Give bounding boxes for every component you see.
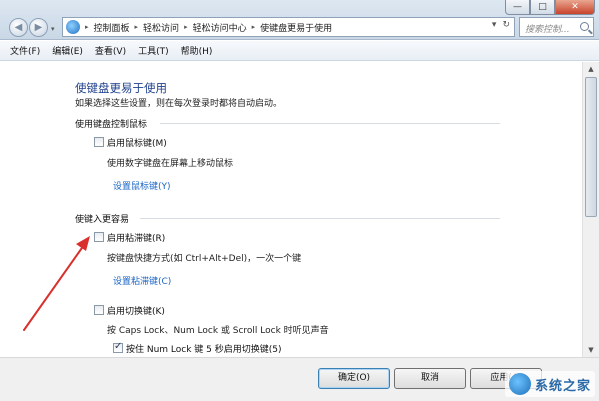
sticky-keys-checkbox[interactable] <box>94 232 104 242</box>
ok-button[interactable]: 确定(O) <box>318 368 390 389</box>
breadcrumb-separator[interactable]: ▸ <box>252 23 256 31</box>
minimize-button[interactable]: — <box>505 0 530 15</box>
window-controls: — □ ✕ <box>505 0 595 16</box>
section-title-mouse: 使用键盘控制鼠标 <box>75 120 148 130</box>
breadcrumb-separator[interactable]: ▸ <box>135 23 139 31</box>
breadcrumb: ▸ 控制面板 ▸ 轻松访问 ▸ 轻松访问中心 ▸ 使键盘更易于使用 <box>80 21 332 34</box>
recent-pages-dropdown-icon[interactable]: ▾ <box>51 25 55 33</box>
close-button[interactable]: ✕ <box>555 0 595 15</box>
watermark-logo-icon <box>508 373 531 395</box>
maximize-button[interactable]: □ <box>530 0 555 15</box>
breadcrumb-ease-of-access[interactable]: 轻松访问 <box>143 21 179 34</box>
page-title: 使键盘更易于使用 <box>75 81 167 95</box>
title-bar: — □ ✕ ◀ ▶ ▾ ▸ 控制面板 ▸ 轻松访问 ▸ 轻松访问中心 ▸ 使键盘… <box>0 0 599 40</box>
menu-edit[interactable]: 编辑(E) <box>52 44 83 57</box>
numlock-hold-checkbox[interactable] <box>113 341 123 353</box>
section-divider <box>160 123 500 124</box>
setup-sticky-keys-link[interactable]: 设置粘滞键(C) <box>113 274 171 287</box>
address-tools: ▾ ↻ <box>492 20 510 30</box>
breadcrumb-separator[interactable]: ▸ <box>85 23 89 31</box>
section-title-typing: 使键入更容易 <box>75 215 130 225</box>
breadcrumb-separator[interactable]: ▸ <box>184 23 188 31</box>
cancel-button[interactable]: 取消 <box>394 368 466 389</box>
mouse-keys-label[interactable]: 启用鼠标键(M) <box>107 136 167 149</box>
scroll-thumb[interactable] <box>585 77 597 217</box>
mouse-keys-description: 使用数字键盘在屏幕上移动鼠标 <box>107 159 234 169</box>
toggle-keys-label[interactable]: 启用切换键(K) <box>107 304 165 317</box>
breadcrumb-control-panel[interactable]: 控制面板 <box>94 21 130 34</box>
page-description: 如果选择这些设置，则在每次登录时都将自动启动。 <box>75 99 283 109</box>
breadcrumb-ease-of-access-center[interactable]: 轻松访问中心 <box>193 21 247 34</box>
content-pane: 使键盘更易于使用 如果选择这些设置，则在每次登录时都将自动启动。 使用键盘控制鼠… <box>0 62 582 357</box>
menu-help[interactable]: 帮助(H) <box>181 44 213 57</box>
search-placeholder: 搜索控制... <box>525 25 570 35</box>
setup-mouse-keys-link[interactable]: 设置鼠标键(Y) <box>113 179 171 192</box>
toggle-keys-description: 按 Caps Lock、Num Lock 或 Scroll Lock 时听见声音 <box>107 326 329 336</box>
breadcrumb-keyboard[interactable]: 使键盘更易于使用 <box>260 21 332 34</box>
address-dropdown-icon[interactable]: ▾ <box>492 20 497 30</box>
back-button[interactable]: ◀ <box>9 18 28 37</box>
menu-tools[interactable]: 工具(T) <box>138 44 169 57</box>
search-input[interactable]: 搜索控制... <box>519 17 594 37</box>
toggle-keys-checkbox[interactable] <box>94 305 104 315</box>
refresh-icon[interactable]: ↻ <box>502 20 510 30</box>
search-icon[interactable] <box>580 22 589 31</box>
address-bar[interactable]: ▸ 控制面板 ▸ 轻松访问 ▸ 轻松访问中心 ▸ 使键盘更易于使用 ▾ ↻ <box>62 17 515 37</box>
sticky-keys-label[interactable]: 启用粘滞键(R) <box>107 231 165 244</box>
scroll-down-icon[interactable]: ▼ <box>583 343 599 357</box>
scroll-up-icon[interactable]: ▲ <box>583 62 599 76</box>
watermark-text: 系统之家 <box>534 378 591 394</box>
sticky-keys-description: 按键盘快捷方式(如 Ctrl+Alt+Del)，一次一个键 <box>107 254 302 264</box>
vertical-scrollbar[interactable]: ▲ ▼ <box>582 62 599 357</box>
menu-file[interactable]: 文件(F) <box>10 44 40 57</box>
numlock-hold-label[interactable]: 按住 Num Lock 键 5 秒启用切换键(5) <box>126 342 282 355</box>
menu-bar: 文件(F) 编辑(E) 查看(V) 工具(T) 帮助(H) <box>0 41 599 61</box>
menu-view[interactable]: 查看(V) <box>95 44 126 57</box>
forward-button[interactable]: ▶ <box>29 18 48 37</box>
mouse-keys-checkbox[interactable] <box>94 137 104 147</box>
section-divider <box>140 218 500 219</box>
watermark: 系统之家 <box>504 371 595 397</box>
control-panel-icon <box>66 20 80 34</box>
